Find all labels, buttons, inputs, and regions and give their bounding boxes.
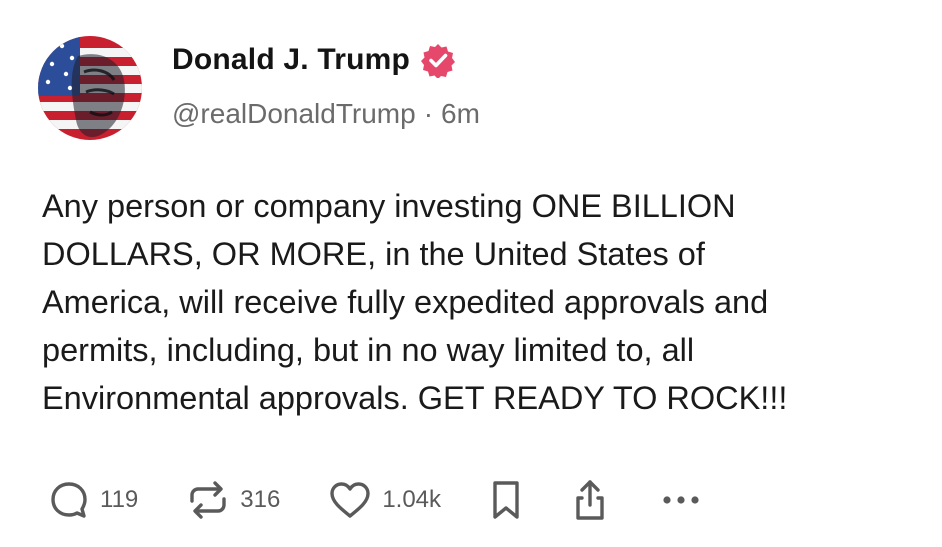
heart-icon	[330, 482, 371, 518]
verified-badge-icon	[420, 42, 456, 79]
author-name-row: Donald J. Trump	[172, 40, 456, 80]
repost-count: 316	[240, 486, 281, 513]
share-button[interactable]	[571, 478, 609, 522]
author-display-name[interactable]: Donald J. Trump	[172, 43, 410, 77]
like-count: 1.04k	[382, 486, 442, 513]
bookmark-button[interactable]	[489, 479, 523, 521]
author-handle[interactable]: @realDonaldTrump	[172, 98, 416, 129]
flag-portrait-avatar-icon	[38, 36, 142, 140]
like-button[interactable]: 1.04k	[328, 479, 441, 521]
repost-button[interactable]: 316	[186, 479, 280, 521]
bookmark-icon	[493, 481, 519, 519]
avatar[interactable]	[38, 36, 142, 140]
handle-separator: ·	[423, 98, 434, 129]
author-handle-row: @realDonaldTrump · 6m	[172, 98, 480, 130]
reply-count: 119	[100, 486, 139, 513]
more-icon	[663, 496, 699, 504]
post-time[interactable]: 6m	[441, 98, 480, 129]
post-body: Any person or company investing ONE BILL…	[42, 188, 788, 416]
post-card: Donald J. Trump @realDonaldTrump · 6m Any …	[0, 0, 942, 547]
share-icon	[576, 480, 604, 520]
more-button[interactable]	[661, 490, 701, 510]
reply-button[interactable]: 119	[48, 479, 138, 521]
action-bar: 119 316 1.04k	[48, 478, 701, 522]
repost-icon	[190, 481, 226, 519]
reply-icon	[51, 482, 87, 518]
